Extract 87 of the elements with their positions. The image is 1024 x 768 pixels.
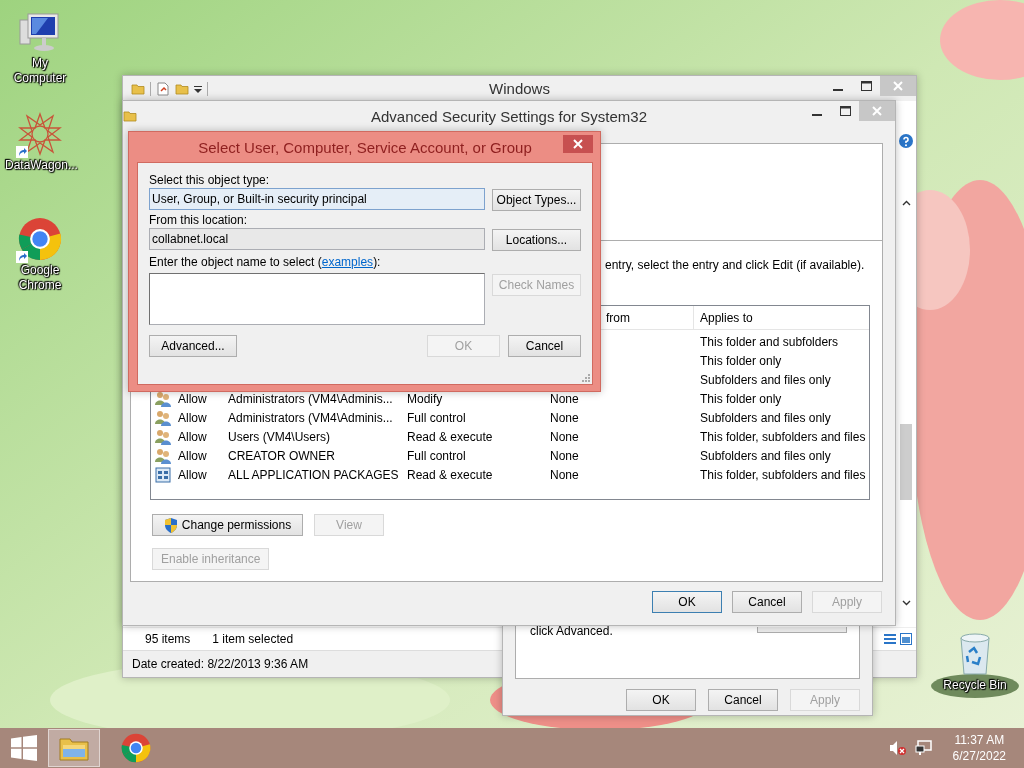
properties-icon[interactable]	[156, 81, 170, 96]
table-cell-text: This folder only	[699, 353, 783, 368]
folder-icon	[59, 735, 89, 761]
maximize-icon	[860, 81, 872, 91]
new-folder-icon	[175, 81, 189, 96]
users-icon	[155, 390, 172, 407]
maximize-icon	[839, 106, 851, 116]
table-cell-text: Read & execute	[407, 467, 494, 482]
field-label: Enter the object name to select (examples):	[149, 255, 382, 270]
close-icon	[573, 139, 583, 149]
table-cell-text: Subfolders and files only	[699, 448, 832, 463]
window-title: Advanced Security Settings for System32	[371, 107, 647, 125]
table-cell-text: ALL APPLICATION PACKAGES	[228, 467, 400, 482]
advanced-hint-text: click Advanced.	[530, 624, 613, 638]
cancel-button[interactable]: Cancel	[708, 689, 778, 711]
scroll-down-icon[interactable]	[901, 600, 911, 606]
users-icon	[155, 447, 172, 464]
status-details: Date created: 8/22/2013 9:36 AM	[132, 657, 309, 671]
table-cell-text: Allow	[178, 429, 208, 444]
table-cell-text: Users (VM4\Users)	[228, 429, 331, 444]
resize-grip-icon[interactable]	[582, 374, 590, 382]
chrome-icon	[18, 217, 62, 261]
table-cell-text: Allow	[178, 391, 208, 406]
table-cell-text: None	[550, 448, 580, 463]
table-cell-text: None	[550, 391, 580, 406]
dropdown-caret-icon[interactable]	[194, 84, 202, 93]
network-icon[interactable]	[914, 740, 933, 756]
ok-button[interactable]: OK	[652, 591, 722, 613]
table-cell-text: Subfolders and files only	[699, 410, 832, 425]
folder-icon	[123, 109, 137, 123]
cancel-button[interactable]: Cancel	[732, 591, 802, 613]
table-cell-text: This folder only	[699, 391, 783, 406]
field-label: Select this object type:	[149, 173, 271, 188]
table-cell-text: Full control	[407, 448, 467, 463]
table-cell-text: Read & execute	[407, 429, 494, 444]
advanced-button[interactable]: Advanced...	[149, 335, 237, 357]
table-cell-text: CREATOR OWNER	[228, 448, 336, 463]
details-view-icon[interactable]	[884, 633, 912, 645]
close-icon	[893, 81, 903, 91]
muted-speaker-icon[interactable]	[888, 740, 907, 756]
folder-icon	[131, 81, 145, 96]
locations-button[interactable]: Locations...	[492, 229, 581, 251]
table-cell-text: Administrators (VM4\Adminis...	[228, 410, 394, 425]
change-permissions-button[interactable]: Change permissions	[152, 514, 303, 536]
table-cell-text: This folder, subfolders and files	[699, 429, 867, 444]
close-icon	[872, 106, 882, 116]
table-cell-text: None	[550, 429, 580, 444]
minimize-icon	[833, 89, 843, 91]
scrollbar-thumb[interactable]	[900, 424, 912, 500]
table-cell-text: Allow	[178, 410, 208, 425]
window-title: Windows	[489, 80, 550, 97]
computer-icon	[18, 10, 62, 54]
table-cell-text: Subfolders and files only	[699, 372, 832, 387]
table-cell-text: This folder and subfolders	[699, 334, 840, 349]
examples-link[interactable]: examples	[321, 255, 374, 269]
packages-icon	[155, 466, 172, 483]
column-header[interactable]: from	[606, 310, 693, 325]
table-cell-text: Allow	[178, 448, 208, 463]
table-cell-text: Full control	[407, 410, 467, 425]
selection-count: 1 item selected	[212, 632, 294, 646]
item-count: 95 items	[145, 632, 191, 646]
object-type-field[interactable]: User, Group, or Built-in security principal	[149, 188, 485, 210]
object-types-button[interactable]: Object Types...	[492, 189, 581, 211]
star-logo-icon	[18, 112, 62, 156]
recycle-bin-icon	[957, 632, 993, 676]
instruction-text: entry, select the entry and click Edit (if available).	[605, 258, 866, 272]
cancel-button[interactable]: Cancel	[508, 335, 581, 357]
table-cell-text: None	[550, 467, 580, 482]
table-cell-text: None	[550, 410, 580, 425]
chrome-icon	[121, 733, 151, 763]
ok-button[interactable]: OK	[626, 689, 696, 711]
minimize-icon	[812, 114, 822, 116]
scroll-up-icon[interactable]	[901, 200, 911, 206]
close-button[interactable]	[563, 135, 593, 153]
column-header[interactable]: Applies to	[700, 310, 753, 325]
table-cell-text: This folder, subfolders and files	[699, 467, 867, 482]
table-cell-text: Allow	[178, 467, 208, 482]
object-name-field[interactable]	[149, 273, 485, 325]
users-icon	[155, 409, 172, 426]
table-cell-text: Administrators (VM4\Adminis...	[228, 391, 394, 406]
users-icon	[155, 428, 172, 445]
help-icon[interactable]	[899, 134, 913, 148]
field-label: From this location:	[149, 213, 249, 228]
location-field[interactable]: collabnet.local	[149, 228, 485, 250]
dialog-title: Select User, Computer, Service Account, or Group	[198, 138, 532, 156]
table-cell-text: Modify	[407, 391, 444, 406]
shield-icon	[163, 517, 178, 533]
